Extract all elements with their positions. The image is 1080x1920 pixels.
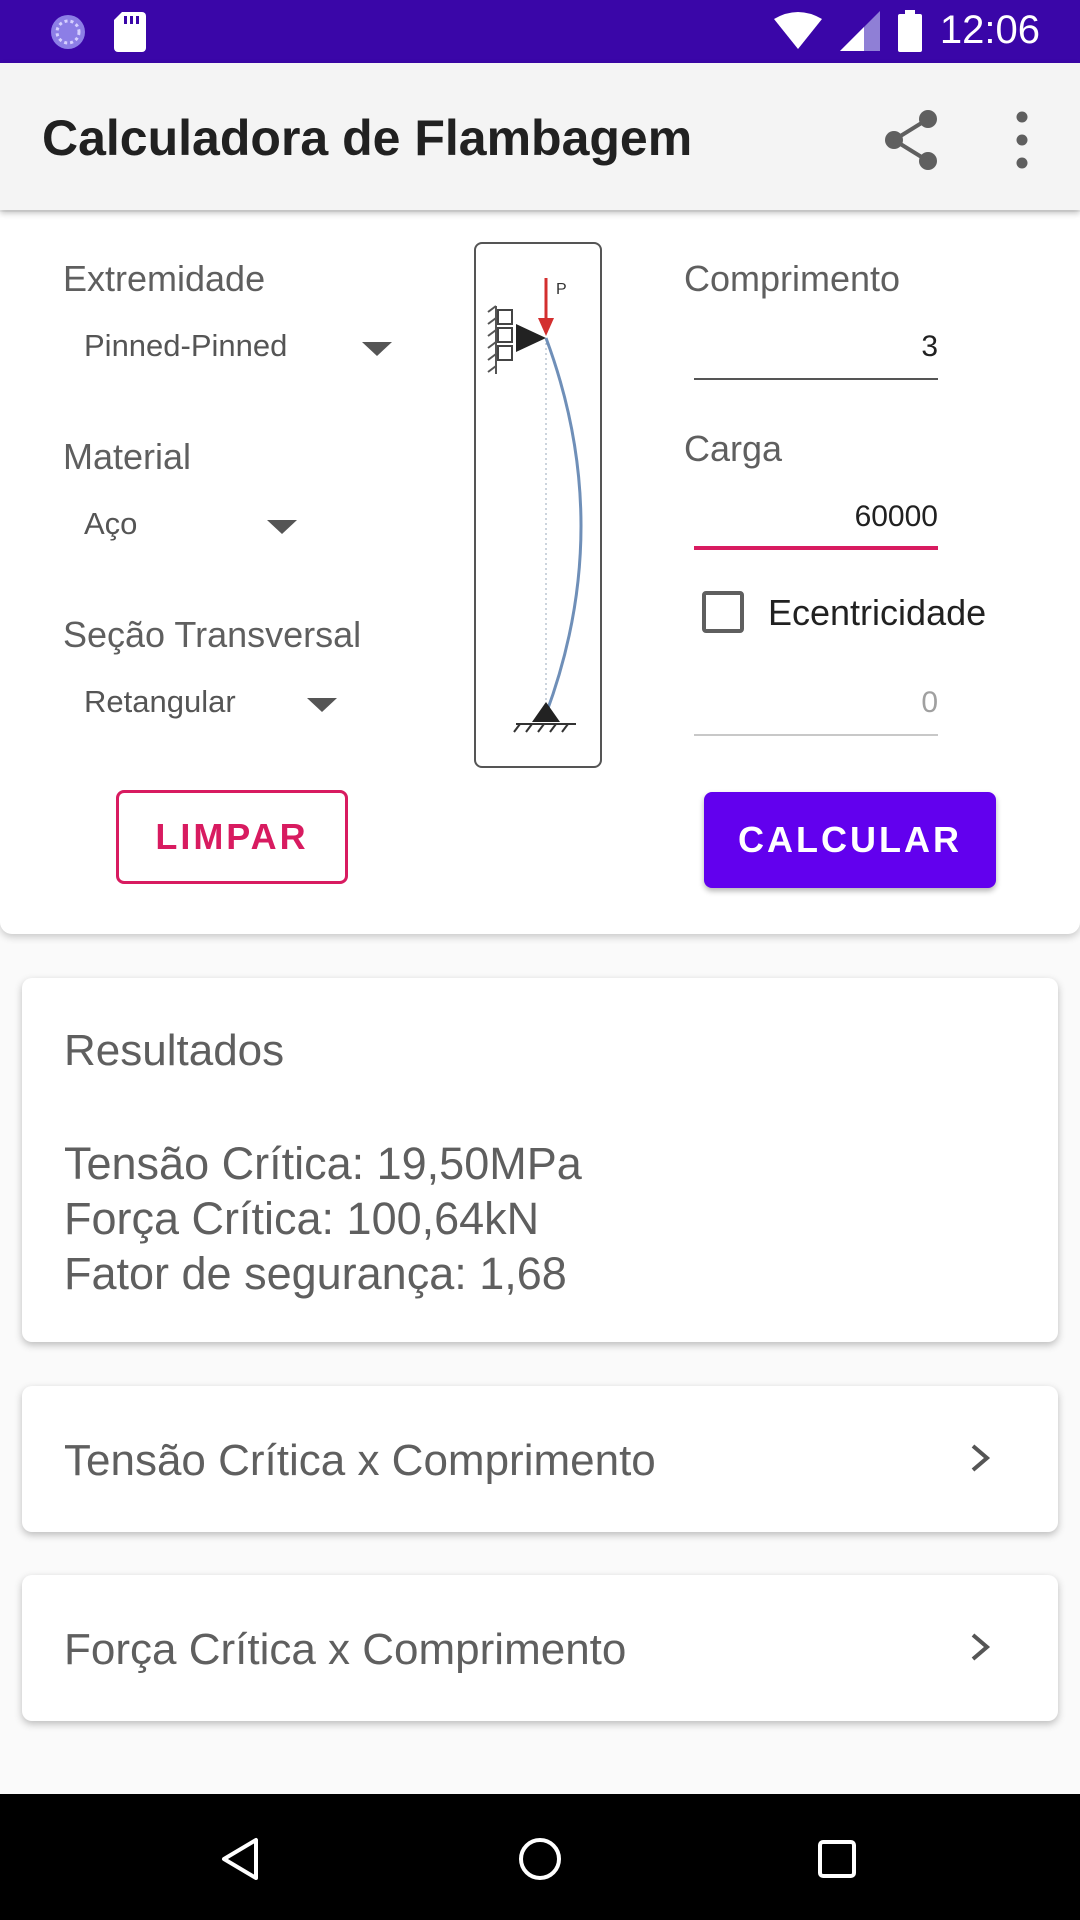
buckled-column-icon: P [487, 278, 583, 733]
force-vs-length-label: Força Crítica x Comprimento [64, 1625, 627, 1674]
length-underline [694, 378, 938, 380]
load-input[interactable]: 60000 [694, 500, 938, 550]
length-label: Comprimento [684, 258, 901, 299]
load-value: 60000 [854, 500, 938, 533]
share-icon[interactable] [878, 105, 948, 175]
dropdown-arrow-icon [267, 520, 297, 534]
dropdown-arrow-icon [307, 698, 337, 712]
length-value: 3 [921, 330, 938, 363]
load-symbol: P [556, 281, 567, 298]
eccentricity-checkbox[interactable] [702, 591, 744, 633]
results-title: Resultados [64, 1026, 285, 1075]
stress-vs-length-label: Tensão Crítica x Comprimento [64, 1436, 656, 1485]
clear-button[interactable]: LIMPAR [116, 790, 348, 884]
chevron-right-icon [971, 1444, 991, 1472]
eccentricity-label[interactable]: Ecentricidade [768, 592, 986, 634]
eccentricity-underline [694, 734, 938, 736]
column-diagram: P [474, 242, 602, 768]
calculate-button[interactable]: CALCULAR [704, 792, 996, 888]
navigation-bar [0, 1794, 1080, 1920]
force-vs-length-link[interactable]: Força Crítica x Comprimento [22, 1575, 1058, 1721]
critical-stress-result: Tensão Crítica: 19,50MPa [64, 1138, 582, 1189]
status-bar: 12:06 [0, 0, 1080, 63]
results-card: Resultados Tensão Crítica: 19,50MPa Forç… [22, 978, 1058, 1342]
eccentricity-placeholder: 0 [921, 686, 938, 719]
eccentricity-input[interactable]: 0 [694, 686, 938, 736]
section-label: Seção Transversal [63, 614, 362, 655]
section-spinner[interactable]: Retangular [84, 684, 344, 728]
recents-icon[interactable] [812, 1834, 862, 1884]
wifi-icon [773, 11, 822, 49]
back-icon[interactable] [216, 1834, 266, 1884]
end-condition-value: Pinned-Pinned [84, 328, 288, 363]
load-label: Carga [684, 428, 783, 469]
safety-factor-result: Fator de segurança: 1,68 [64, 1248, 567, 1299]
more-options-icon[interactable] [1000, 105, 1044, 175]
signal-icon [839, 10, 880, 51]
sd-card-icon [114, 12, 146, 52]
load-underline [694, 546, 938, 550]
material-value: Aço [84, 506, 138, 541]
chevron-right-icon [971, 1633, 991, 1661]
results-lines: Tensão Crítica: 19,50MPa Força Crítica: … [64, 1136, 582, 1301]
app-bar: Calculadora de Flambagem [0, 63, 1080, 210]
clock: 12:06 [939, 8, 1040, 52]
length-input[interactable]: 3 [694, 330, 938, 380]
material-spinner[interactable]: Aço [84, 506, 304, 550]
dropdown-arrow-icon [362, 342, 392, 356]
loading-icon [51, 15, 85, 49]
material-label: Material [63, 436, 192, 477]
end-condition-label: Extremidade [63, 258, 266, 299]
battery-icon [897, 9, 922, 52]
stress-vs-length-link[interactable]: Tensão Crítica x Comprimento [22, 1386, 1058, 1532]
app-title: Calculadora de Flambagem [42, 110, 693, 166]
home-icon[interactable] [515, 1834, 565, 1884]
end-condition-spinner[interactable]: Pinned-Pinned [84, 328, 404, 372]
section-value: Retangular [84, 684, 236, 719]
critical-force-result: Força Crítica: 100,64kN [64, 1193, 540, 1244]
